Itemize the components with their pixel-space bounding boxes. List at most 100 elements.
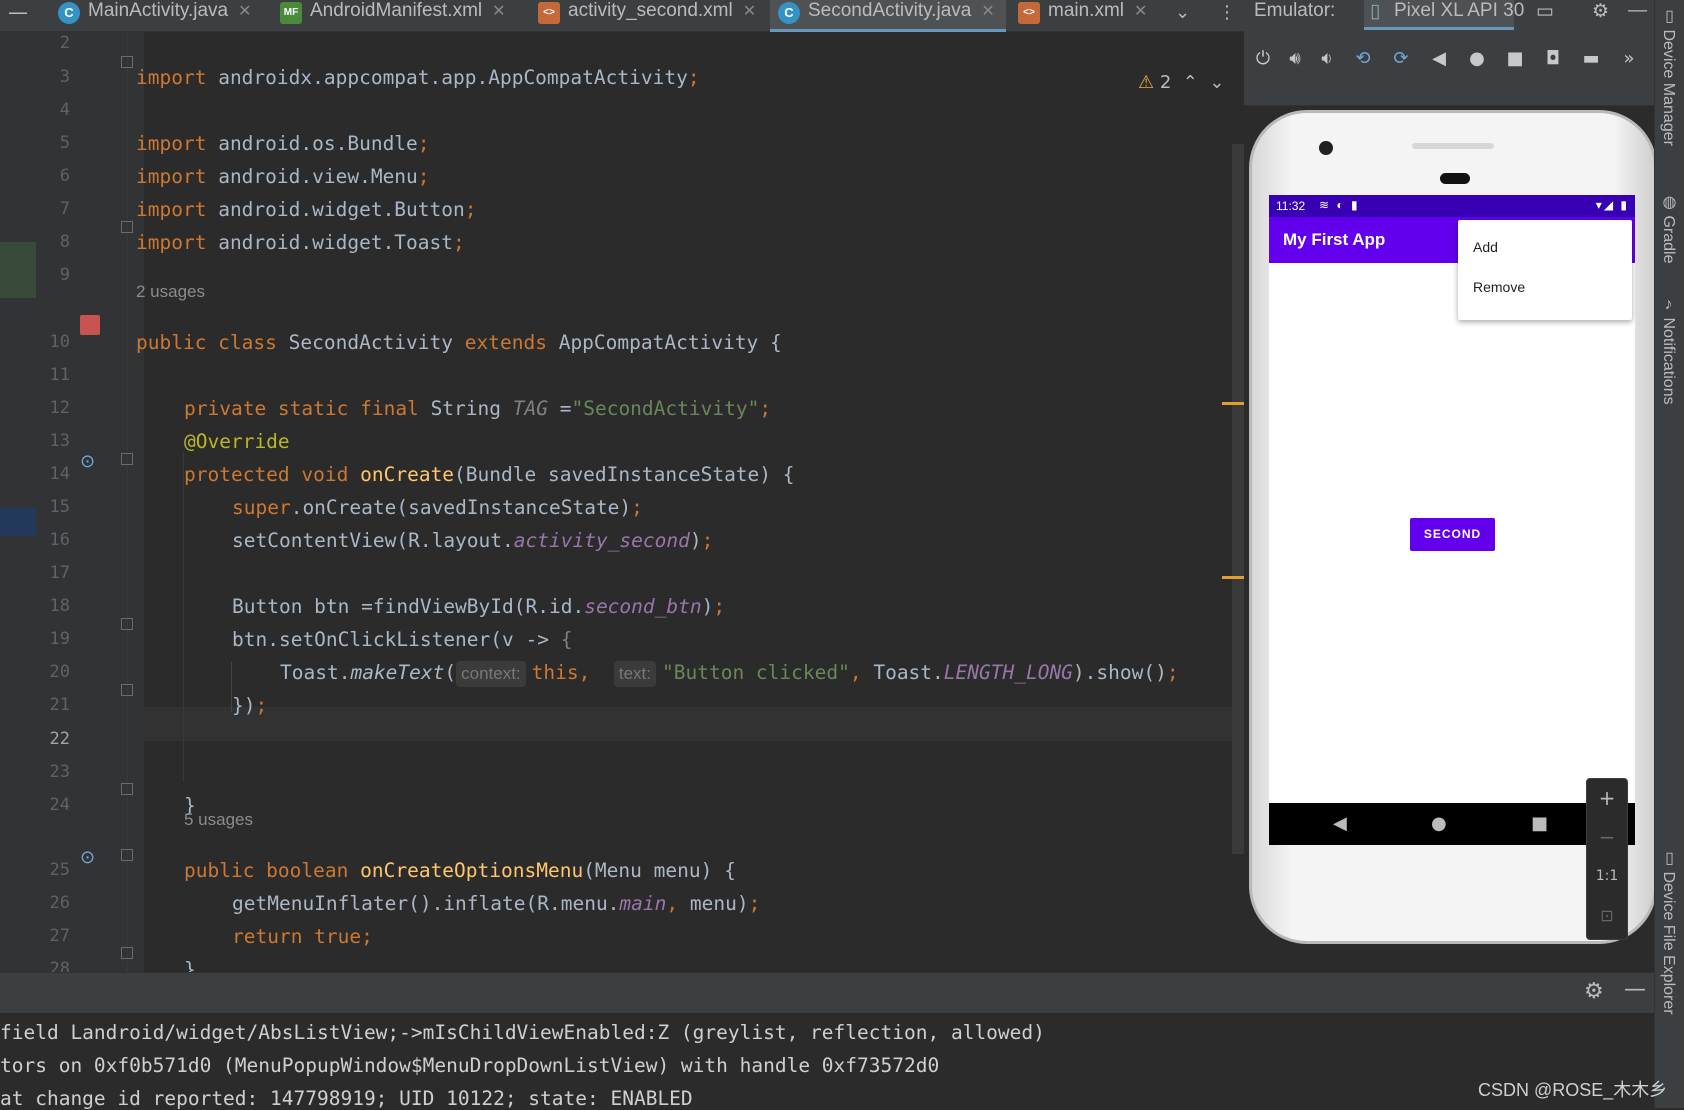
chevron-down-icon[interactable]: ⌄	[1175, 2, 1190, 23]
tab-list-icon[interactable]: —	[0, 0, 36, 32]
minimize-icon[interactable]: —	[1628, 0, 1647, 22]
zoom-in-button[interactable]: +	[1587, 779, 1627, 818]
zoom-actual-size-button[interactable]: 1:1	[1587, 857, 1627, 896]
more-options-icon[interactable]: ⋮	[1218, 2, 1236, 23]
line-number: 26	[49, 893, 70, 913]
log-line: field Landroid/widget/AbsListView;->mIsC…	[0, 1021, 1045, 1044]
code-line: public boolean onCreateOptionsMenu(Menu …	[184, 859, 736, 882]
gear-icon[interactable]: ⚙	[1584, 979, 1604, 1004]
editor-scrollbar[interactable]	[1222, 144, 1244, 854]
tab-main-xml[interactable]: <> main.xml ✕	[1010, 0, 1160, 32]
rotate-right-icon[interactable]: ⟳	[1388, 48, 1414, 69]
right-tool-strip: ▯ Device Manager ◍ Gradle ♪ Notification…	[1654, 0, 1684, 1108]
device-screen[interactable]: 11:32 ≋ ◐ ▮ ▾◢ ▮ My First App Add Remove…	[1269, 195, 1635, 845]
line-number: 25	[49, 860, 70, 880]
menu-item-add[interactable]: Add	[1473, 239, 1498, 255]
device-manager-tool[interactable]: ▯ Device Manager	[1659, 6, 1678, 146]
fold-marker[interactable]	[121, 618, 133, 630]
tab-activity-second-xml[interactable]: <> activity_second.xml ✕	[530, 0, 762, 32]
overview-icon[interactable]: ■	[1502, 48, 1528, 69]
android-nav-bar: ◀ ● ■	[1269, 803, 1635, 845]
line-number: 8	[59, 232, 70, 252]
status-time: 11:32	[1276, 199, 1306, 213]
home-icon[interactable]: ●	[1464, 48, 1490, 69]
rotate-left-icon[interactable]: ⟲	[1350, 48, 1376, 69]
fold-marker[interactable]	[121, 849, 133, 861]
line-number: 20	[49, 662, 70, 682]
param-hint: context:	[456, 661, 526, 687]
gradle-tool[interactable]: ◍ Gradle	[1659, 192, 1678, 263]
fold-marker[interactable]	[121, 684, 133, 696]
tab-mainactivity[interactable]: C MainActivity.java ✕	[50, 0, 262, 32]
nav-recents-icon[interactable]: ■	[1531, 813, 1548, 834]
fold-marker[interactable]	[121, 783, 133, 795]
zoom-fit-icon[interactable]: ⊡	[1587, 896, 1627, 935]
back-icon[interactable]: ◀	[1426, 48, 1452, 69]
layout-file-icon[interactable]	[80, 315, 100, 335]
override-method-icon[interactable]: ⊙	[80, 452, 100, 472]
screenrecord-icon[interactable]: ▬	[1578, 48, 1604, 69]
android-status-bar: 11:32 ≋ ◐ ▮ ▾◢ ▮	[1269, 195, 1635, 217]
tab-label: activity_second.xml	[568, 0, 733, 21]
xml-file-icon: <>	[538, 2, 560, 24]
line-number: 24	[49, 795, 70, 815]
inspection-widget[interactable]: ⚠ 2 ⌃ ⌄	[1138, 72, 1224, 93]
fold-marker[interactable]	[121, 221, 133, 233]
code-line: getMenuInflater().inflate(R.menu.main, m…	[232, 892, 761, 915]
close-icon[interactable]: ✕	[981, 3, 994, 20]
proximity-sensor	[1440, 173, 1470, 184]
gear-icon[interactable]: ⚙	[1592, 0, 1609, 23]
minimize-icon[interactable]: —	[1624, 977, 1646, 1002]
line-number: 27	[49, 926, 70, 946]
tab-androidmanifest[interactable]: MF AndroidManifest.xml ✕	[272, 0, 522, 32]
code-line: @Override	[184, 430, 290, 453]
warning-stripe[interactable]	[1222, 576, 1244, 579]
usages-hint[interactable]: 5 usages	[184, 810, 253, 830]
chevron-down-icon[interactable]: ⌄	[1209, 72, 1224, 93]
line-number: 10	[49, 332, 70, 352]
zoom-out-button[interactable]: −	[1587, 818, 1627, 857]
volume-up-icon[interactable]: 🔊︎	[1282, 48, 1308, 69]
fold-marker[interactable]	[121, 453, 133, 465]
code-line: private static final String TAG ="Second…	[184, 397, 772, 420]
fold-marker[interactable]	[121, 56, 133, 68]
code-line: }	[184, 958, 196, 972]
param-hint: text:	[613, 661, 656, 687]
window-icon[interactable]: ▭	[1536, 0, 1554, 23]
left-tool-strip	[0, 32, 36, 972]
emulator-display-area: 11:32 ≋ ◐ ▮ ▾◢ ▮ My First App Add Remove…	[1244, 106, 1657, 972]
line-number: 16	[49, 530, 70, 550]
menu-item-remove[interactable]: Remove	[1473, 279, 1525, 295]
code-line: });	[232, 694, 268, 717]
close-icon[interactable]: ✕	[492, 3, 505, 20]
overflow-icon[interactable]: »	[1616, 48, 1642, 69]
chevron-up-icon[interactable]: ⌃	[1183, 72, 1198, 93]
tab-secondactivity[interactable]: C SecondActivity.java ✕	[770, 0, 1006, 32]
line-number: 11	[49, 365, 70, 385]
volume-down-icon[interactable]: 🔉︎	[1314, 48, 1340, 69]
java-class-icon: C	[778, 2, 800, 24]
nav-back-icon[interactable]: ◀	[1333, 813, 1347, 834]
code-line: return true;	[232, 925, 373, 948]
close-icon[interactable]: ✕	[743, 3, 756, 20]
second-button[interactable]: SECOND	[1410, 518, 1495, 551]
camera-icon[interactable]: ◘	[1540, 48, 1566, 69]
nav-home-icon[interactable]: ●	[1431, 813, 1447, 834]
override-method-icon[interactable]: ⊙	[80, 848, 100, 868]
line-number: 22	[49, 729, 70, 749]
fold-marker[interactable]	[121, 947, 133, 959]
device-file-explorer-tool[interactable]: ▯ Device File Explorer	[1659, 848, 1678, 1015]
close-icon[interactable]: ✕	[238, 3, 251, 20]
power-icon[interactable]: ⏻	[1250, 48, 1276, 69]
tab-label: AndroidManifest.xml	[310, 0, 483, 21]
line-number: 18	[49, 596, 70, 616]
logcat-panel: ⚙ — field Landroid/widget/AbsListView;->…	[0, 972, 1654, 1110]
code-line: Button btn =findViewById(R.id.second_btn…	[232, 595, 726, 618]
usages-hint[interactable]: 2 usages	[136, 282, 205, 302]
close-icon[interactable]: ✕	[1134, 3, 1147, 20]
warning-stripe[interactable]	[1222, 402, 1244, 405]
zoom-controls: + − 1:1 ⊡	[1586, 778, 1628, 940]
code-editor[interactable]: ⚠ 2 ⌃ ⌄ 2 3 4 5 6 7 8 9 10 11 12 13 14 1…	[0, 32, 1244, 972]
notifications-tool[interactable]: ♪ Notifications	[1659, 296, 1677, 405]
code-line: import android.view.Menu;	[136, 165, 430, 188]
